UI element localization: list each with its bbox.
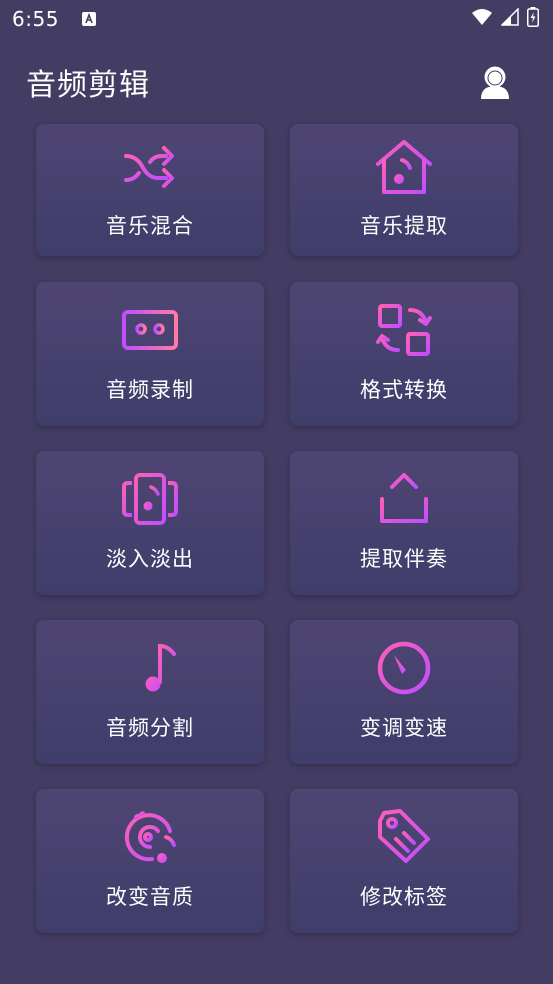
disc-music-icon — [124, 811, 176, 863]
signal-icon — [500, 7, 519, 30]
tool-card-edit-tags[interactable]: 修改标签 — [290, 789, 518, 933]
person-icon[interactable] — [477, 64, 513, 100]
tool-card-music-mix[interactable]: 音乐混合 — [36, 124, 264, 256]
wifi-icon — [471, 8, 493, 30]
text-a-icon — [81, 11, 97, 27]
tool-label: 音乐提取 — [360, 214, 448, 238]
fade-music-icon — [122, 473, 178, 525]
battery-icon — [527, 7, 539, 31]
tool-card-audio-split[interactable]: 音频分割 — [36, 620, 264, 764]
tool-card-audio-record[interactable]: 音频录制 — [36, 282, 264, 426]
music-list-icon — [122, 643, 176, 692]
tool-label: 音频分割 — [106, 716, 194, 740]
tool-label: 音乐混合 — [106, 214, 194, 238]
tag-icon — [378, 809, 430, 863]
tool-label: 淡入淡出 — [106, 547, 194, 571]
speed-dial-icon — [377, 641, 431, 695]
tool-card-music-extract[interactable]: 音乐提取 — [290, 124, 518, 256]
music-house-icon — [376, 140, 432, 194]
tool-label: 提取伴奏 — [360, 547, 448, 571]
page-title: 音频剪辑 — [26, 68, 150, 103]
tool-card-format-convert[interactable]: 格式转换 — [290, 282, 518, 426]
convert-icon — [376, 304, 432, 356]
tool-label: 修改标签 — [360, 885, 448, 909]
tool-card-fade[interactable]: 淡入淡出 — [36, 451, 264, 595]
shuffle-icon — [124, 146, 174, 188]
status-time: 6:55 — [12, 7, 59, 31]
tool-label: 变调变速 — [360, 716, 448, 740]
status-bar: 6:55 — [0, 0, 553, 38]
upload-icon — [380, 473, 428, 523]
app-bar: 音频剪辑 — [0, 42, 553, 122]
tool-card-pitch-speed[interactable]: 变调变速 — [290, 620, 518, 764]
tool-card-extract-accompaniment[interactable]: 提取伴奏 — [290, 451, 518, 595]
tool-label: 格式转换 — [360, 378, 448, 402]
cassette-icon — [122, 310, 178, 350]
tool-card-change-quality[interactable]: 改变音质 — [36, 789, 264, 933]
tool-label: 音频录制 — [106, 378, 194, 402]
tool-label: 改变音质 — [106, 885, 194, 909]
